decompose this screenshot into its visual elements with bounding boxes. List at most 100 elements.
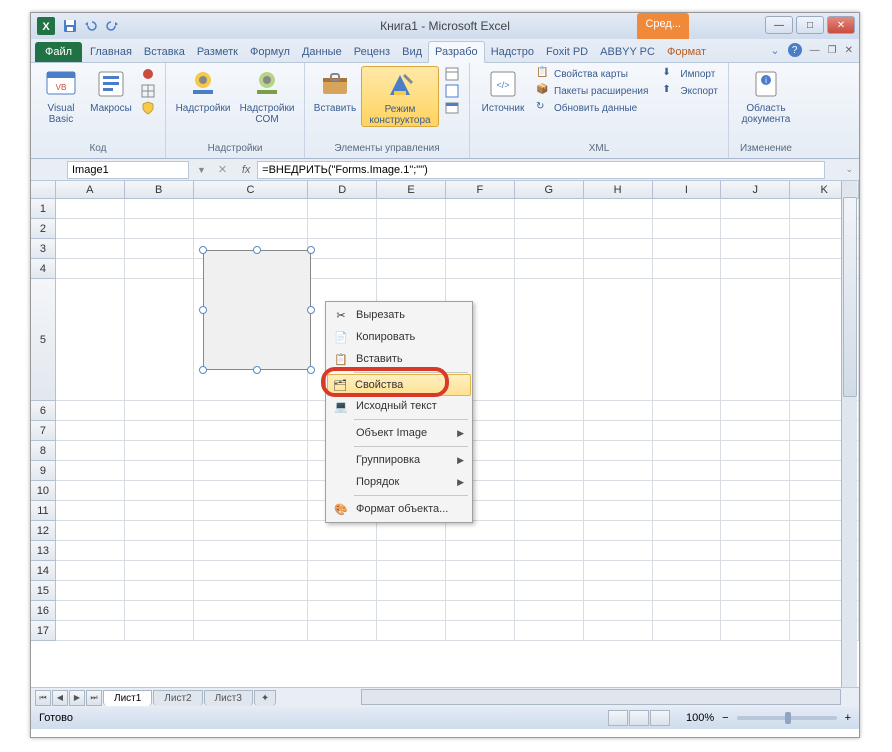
cell[interactable]: [653, 199, 722, 219]
cell[interactable]: [125, 239, 194, 259]
com-addins-button[interactable]: Надстройки COM: [236, 66, 298, 125]
cell[interactable]: [721, 461, 790, 481]
workbook-restore-icon[interactable]: ❐: [828, 45, 837, 56]
cell[interactable]: [446, 561, 515, 581]
cell[interactable]: [194, 461, 309, 481]
select-all-corner[interactable]: [31, 181, 56, 198]
cell[interactable]: [653, 581, 722, 601]
cell[interactable]: [584, 601, 653, 621]
sheet-tab-3[interactable]: Лист3: [204, 690, 253, 706]
col-header[interactable]: G: [515, 181, 584, 198]
cell[interactable]: [584, 259, 653, 279]
cell[interactable]: [515, 521, 584, 541]
cell[interactable]: [308, 199, 377, 219]
cell[interactable]: [308, 239, 377, 259]
row-header[interactable]: 9: [31, 461, 56, 481]
cell[interactable]: [584, 621, 653, 641]
cell[interactable]: [377, 239, 446, 259]
cell[interactable]: [584, 561, 653, 581]
cell[interactable]: [308, 521, 377, 541]
tab-abbyy[interactable]: ABBYY PC: [594, 42, 661, 62]
import-button[interactable]: ⬇Импорт: [658, 66, 722, 82]
col-header[interactable]: I: [653, 181, 722, 198]
cell[interactable]: [446, 581, 515, 601]
cell[interactable]: [584, 481, 653, 501]
row-header[interactable]: 3: [31, 239, 56, 259]
cell[interactable]: [308, 541, 377, 561]
cell[interactable]: [56, 561, 125, 581]
save-icon[interactable]: [61, 17, 79, 35]
zoom-slider[interactable]: [737, 716, 837, 720]
cell[interactable]: [446, 621, 515, 641]
cell[interactable]: [515, 481, 584, 501]
cell[interactable]: [194, 601, 309, 621]
cell[interactable]: [653, 501, 722, 521]
worksheet-grid[interactable]: A B C D E F G H I J K 123456789101112131…: [31, 181, 859, 687]
cell[interactable]: [584, 461, 653, 481]
cell[interactable]: [446, 521, 515, 541]
cell[interactable]: [377, 199, 446, 219]
cell[interactable]: [377, 581, 446, 601]
tab-review[interactable]: Реценз: [348, 42, 396, 62]
scroll-thumb[interactable]: [843, 197, 857, 397]
addins-button[interactable]: Надстройки: [172, 66, 234, 114]
sheet-first-button[interactable]: ⏮: [35, 690, 51, 706]
cell[interactable]: [721, 199, 790, 219]
cell[interactable]: [377, 521, 446, 541]
cell[interactable]: [584, 521, 653, 541]
visual-basic-button[interactable]: VB Visual Basic: [37, 66, 85, 125]
cell[interactable]: [515, 259, 584, 279]
cell[interactable]: [584, 279, 653, 401]
cell[interactable]: [125, 621, 194, 641]
image-control-object[interactable]: [203, 250, 311, 370]
cell[interactable]: [125, 501, 194, 521]
cell[interactable]: [56, 481, 125, 501]
cell[interactable]: [515, 541, 584, 561]
row-header[interactable]: 7: [31, 421, 56, 441]
map-properties-button[interactable]: 📋Свойства карты: [532, 66, 652, 82]
ctx-order[interactable]: Порядок▶: [328, 471, 470, 493]
resize-handle[interactable]: [307, 246, 315, 254]
cell[interactable]: [194, 421, 309, 441]
cell[interactable]: [584, 199, 653, 219]
row-header[interactable]: 6: [31, 401, 56, 421]
col-header[interactable]: F: [446, 181, 515, 198]
cell[interactable]: [515, 279, 584, 401]
col-header[interactable]: J: [721, 181, 790, 198]
cell[interactable]: [56, 279, 125, 401]
design-mode-button[interactable]: Режим конструктора: [361, 66, 439, 127]
file-tab[interactable]: Файл: [35, 42, 82, 62]
undo-icon[interactable]: [82, 17, 100, 35]
cell[interactable]: [446, 199, 515, 219]
cell[interactable]: [721, 581, 790, 601]
cell[interactable]: [721, 621, 790, 641]
cell[interactable]: [515, 461, 584, 481]
cell[interactable]: [194, 541, 309, 561]
run-dialog-button[interactable]: [441, 100, 463, 116]
col-header[interactable]: H: [584, 181, 653, 198]
cell[interactable]: [584, 441, 653, 461]
cell[interactable]: [377, 601, 446, 621]
cell[interactable]: [515, 501, 584, 521]
cell[interactable]: [584, 581, 653, 601]
cell[interactable]: [515, 581, 584, 601]
col-header[interactable]: E: [377, 181, 446, 198]
properties-button[interactable]: [441, 66, 463, 82]
zoom-in-button[interactable]: +: [845, 712, 851, 724]
cell[interactable]: [125, 581, 194, 601]
resize-handle[interactable]: [199, 246, 207, 254]
redo-icon[interactable]: [103, 17, 121, 35]
cell[interactable]: [308, 621, 377, 641]
row-header[interactable]: 17: [31, 621, 56, 641]
cell[interactable]: [653, 259, 722, 279]
cell[interactable]: [125, 481, 194, 501]
cell[interactable]: [56, 501, 125, 521]
cell[interactable]: [125, 259, 194, 279]
ctx-cut[interactable]: ✂Вырезать: [328, 304, 470, 326]
workbook-close-icon[interactable]: ✕: [845, 45, 853, 56]
cell[interactable]: [125, 601, 194, 621]
ctx-image-object[interactable]: Объект Image▶: [328, 422, 470, 444]
cell[interactable]: [377, 561, 446, 581]
cell[interactable]: [721, 561, 790, 581]
minimize-button[interactable]: —: [765, 16, 793, 34]
